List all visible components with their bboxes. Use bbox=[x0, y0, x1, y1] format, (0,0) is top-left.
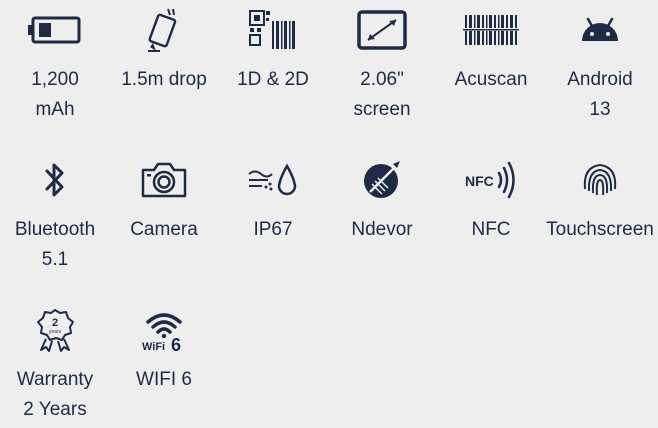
svg-text:2: 2 bbox=[52, 317, 58, 329]
svg-text:WiFi: WiFi bbox=[142, 341, 165, 352]
feature-battery: 1,200 mAh bbox=[0, 5, 110, 125]
wifi6-icon: WiFi 6 bbox=[134, 305, 194, 355]
battery-icon bbox=[25, 5, 85, 55]
drop-icon bbox=[134, 5, 194, 55]
svg-text:years: years bbox=[49, 329, 62, 335]
feature-nfc: NFC NFC bbox=[436, 155, 546, 245]
feature-label: Bluetooth 5.1 bbox=[14, 219, 96, 270]
feature-barcode: 1D & 2D bbox=[218, 5, 328, 95]
bluetooth-icon bbox=[25, 155, 85, 205]
feature-label: NFC bbox=[471, 219, 511, 240]
feature-warranty: 2 years Warranty 2 Years bbox=[0, 305, 110, 425]
touchscreen-icon bbox=[570, 155, 630, 205]
feature-label: WIFI 6 bbox=[136, 369, 192, 390]
feature-camera: Camera bbox=[109, 155, 219, 245]
feature-screen: 2.06" screen bbox=[327, 5, 437, 125]
warranty-icon: 2 years bbox=[25, 305, 85, 355]
feature-ip67: IP67 bbox=[218, 155, 328, 245]
camera-icon bbox=[134, 155, 194, 205]
water-dust-icon bbox=[243, 155, 303, 205]
feature-label: Camera bbox=[130, 219, 198, 240]
android-icon bbox=[570, 5, 630, 55]
feature-bluetooth: Bluetooth 5.1 bbox=[0, 155, 110, 275]
svg-text:6: 6 bbox=[171, 335, 181, 352]
screen-size-icon bbox=[352, 5, 412, 55]
feature-label: 1,200 mAh bbox=[31, 69, 79, 120]
feature-label: IP67 bbox=[253, 219, 293, 240]
feature-label: 2.06" screen bbox=[353, 69, 411, 120]
feature-label: 1D & 2D bbox=[237, 69, 309, 90]
feature-ndevor: Ndevor bbox=[327, 155, 437, 245]
scanner-icon bbox=[461, 5, 521, 55]
feature-label: Android 13 bbox=[567, 69, 633, 120]
feature-label: Warranty 2 Years bbox=[16, 369, 94, 420]
svg-text:NFC: NFC bbox=[465, 173, 494, 189]
feature-label: 1.5m drop bbox=[121, 69, 207, 90]
feature-label: Acuscan bbox=[454, 69, 528, 90]
barcode-qr-icon bbox=[243, 5, 303, 55]
feature-label: Ndevor bbox=[351, 219, 413, 240]
feature-touchscreen: Touchscreen bbox=[545, 155, 655, 245]
nfc-icon: NFC bbox=[461, 155, 521, 205]
feature-android: Android 13 bbox=[545, 5, 655, 125]
ndevor-icon bbox=[352, 155, 412, 205]
feature-label: Touchscreen bbox=[546, 219, 654, 240]
feature-acuscan: Acuscan bbox=[436, 5, 546, 95]
feature-drop: 1.5m drop bbox=[109, 5, 219, 95]
feature-grid: 1,200 mAh 1.5m drop 1D & 2D 2.06" screen… bbox=[0, 0, 658, 428]
feature-wifi6: WiFi 6 WIFI 6 bbox=[109, 305, 219, 395]
